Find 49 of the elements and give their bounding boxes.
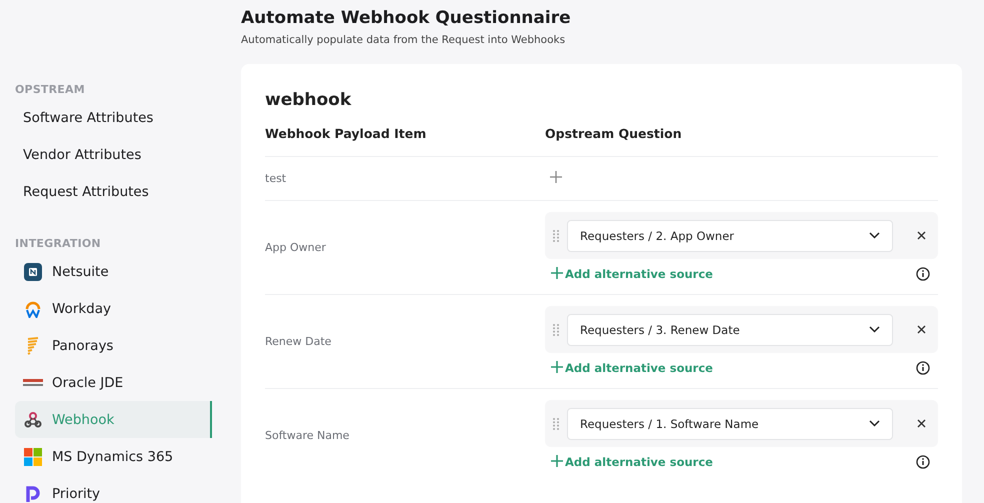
payload-item: App Owner <box>265 241 327 254</box>
column-header: Webhook Payload Item <box>265 126 428 143</box>
payload-item: Renew Date <box>265 335 332 348</box>
plus-icon[interactable] <box>550 170 562 182</box>
question-dropdown[interactable]: Requesters / 1. Software Name <box>567 408 893 440</box>
page-title: Automate Webhook Questionnaire <box>241 8 572 28</box>
sidebar-item[interactable]: Software Attributes <box>15 99 212 136</box>
close-icon[interactable] <box>917 419 926 428</box>
add-alternative-source-link[interactable]: Add alternative source <box>551 455 713 469</box>
card-title: webhook <box>265 90 352 110</box>
sidebar-item[interactable]: Oracle JDE <box>15 364 212 401</box>
close-icon[interactable] <box>917 231 926 240</box>
sidebar-item[interactable]: Workday <box>15 290 212 327</box>
info-icon[interactable] <box>916 267 930 281</box>
question-dropdown[interactable]: Requesters / 2. App Owner <box>567 220 893 252</box>
sidebar-item[interactable]: Netsuite <box>15 253 212 290</box>
sidebar-item[interactable]: Vendor Attributes <box>15 136 212 173</box>
section-heading: INTEGRATION <box>14 236 102 252</box>
n-logo-icon <box>24 262 42 280</box>
stripes-logo-icon <box>26 336 40 354</box>
windows-logo-icon <box>24 448 42 466</box>
section-heading: OPSTREAM <box>14 82 86 98</box>
sidebar-item[interactable]: Request Attributes <box>15 173 212 210</box>
payload-item: Software Name <box>265 429 350 442</box>
chevron-down-icon <box>869 232 880 239</box>
webhook-icon <box>24 410 42 428</box>
oracle-logo-icon <box>23 378 43 386</box>
drag-handle-icon[interactable] <box>553 230 559 242</box>
sidebar-item[interactable]: Panorays <box>15 327 212 364</box>
plus-icon <box>551 361 563 373</box>
info-icon[interactable] <box>916 455 930 469</box>
chevron-down-icon <box>869 326 880 333</box>
plus-icon <box>551 267 563 279</box>
p-logo-icon <box>25 484 41 502</box>
info-icon[interactable] <box>916 361 930 375</box>
chevron-down-icon <box>869 420 880 427</box>
plus-icon <box>551 455 563 467</box>
column-header: Opstream Question <box>545 126 682 143</box>
sidebar-item[interactable]: Priority <box>15 475 212 503</box>
close-icon[interactable] <box>917 325 926 334</box>
drag-handle-icon[interactable] <box>553 418 559 430</box>
add-alternative-source-link[interactable]: Add alternative source <box>551 361 713 375</box>
sidebar-item[interactable]: MS Dynamics 365 <box>15 438 212 475</box>
question-dropdown[interactable]: Requesters / 3. Renew Date <box>567 314 893 346</box>
page-subtitle: Automatically populate data from the Request into Webhooks <box>241 34 566 46</box>
payload-item: test <box>265 172 288 185</box>
w-logo-icon <box>24 300 42 318</box>
drag-handle-icon[interactable] <box>553 324 559 336</box>
add-alternative-source-link[interactable]: Add alternative source <box>551 267 713 281</box>
